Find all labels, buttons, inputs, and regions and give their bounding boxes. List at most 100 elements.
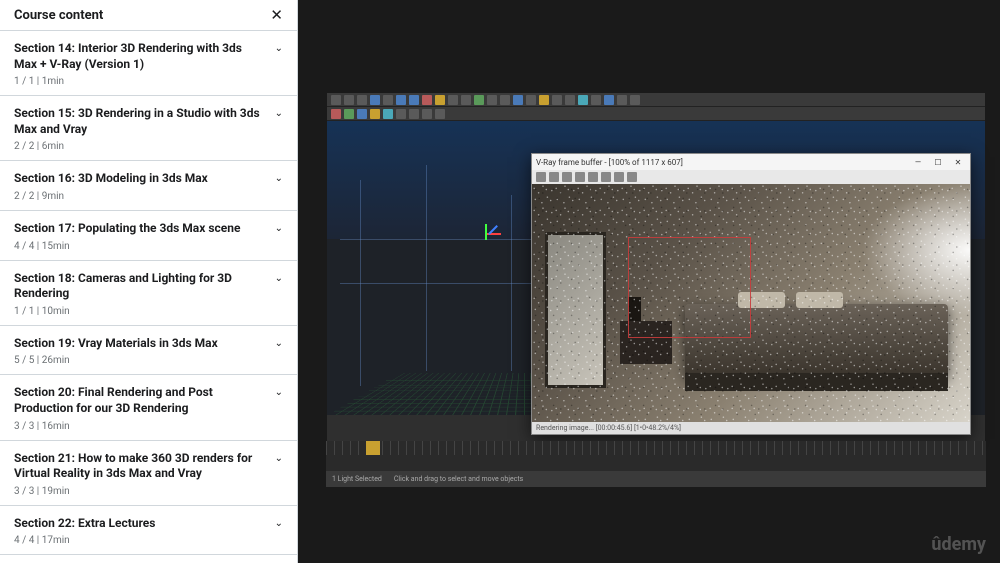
section-title: Section 15: 3D Rendering in a Studio wit… — [14, 106, 275, 137]
section-meta: 4 / 4 | 17min — [14, 535, 283, 546]
section-23[interactable]: Section 23: Student Q & A Videos ⌄ 4 / 4… — [0, 555, 297, 563]
toolbar-icon[interactable] — [435, 109, 445, 119]
render-noise — [532, 184, 970, 424]
toolbar-icon[interactable] — [409, 95, 419, 105]
toolbar-icon[interactable] — [370, 109, 380, 119]
vfb-titlebar[interactable]: V-Ray frame buffer - [100% of 1117 x 607… — [532, 154, 970, 170]
section-meta: 3 / 3 | 16min — [14, 421, 283, 432]
chevron-down-icon: ⌄ — [275, 108, 283, 119]
vfb-tool-icon[interactable] — [614, 172, 624, 182]
section-14[interactable]: Section 14: Interior 3D Rendering with 3… — [0, 31, 297, 96]
vfb-tool-icon[interactable] — [549, 172, 559, 182]
section-title: Section 18: Cameras and Lighting for 3D … — [14, 271, 275, 302]
section-title: Section 22: Extra Lectures — [14, 516, 163, 532]
transform-gizmo[interactable] — [485, 224, 505, 244]
section-meta: 1 / 1 | 1min — [14, 76, 283, 87]
chevron-down-icon: ⌄ — [275, 453, 283, 464]
main-toolbar[interactable] — [327, 93, 985, 107]
gizmo-y-axis[interactable] — [485, 224, 487, 240]
toolbar-icon[interactable] — [448, 95, 458, 105]
toolbar-icon[interactable] — [357, 109, 367, 119]
toolbar-icon[interactable] — [591, 95, 601, 105]
maximize-icon[interactable]: ☐ — [930, 156, 946, 168]
toolbar-icon[interactable] — [474, 95, 484, 105]
sidebar-title: Course content — [14, 8, 103, 23]
section-18[interactable]: Section 18: Cameras and Lighting for 3D … — [0, 261, 297, 326]
toolbar-icon[interactable] — [409, 109, 419, 119]
section-meta: 1 / 1 | 10min — [14, 306, 283, 317]
render-region-box[interactable] — [628, 237, 751, 338]
toolbar-icon[interactable] — [539, 95, 549, 105]
toolbar-icon[interactable] — [344, 109, 354, 119]
chevron-down-icon: ⌄ — [275, 387, 283, 398]
minimize-icon[interactable]: — — [910, 156, 926, 168]
course-content-sidebar: Course content ✕ Section 14: Interior 3D… — [0, 0, 298, 563]
timeline-playhead[interactable] — [366, 441, 380, 455]
vfb-tool-icon[interactable] — [601, 172, 611, 182]
sidebar-header: Course content ✕ — [0, 0, 297, 31]
section-title: Section 20: Final Rendering and Post Pro… — [14, 385, 275, 416]
chevron-down-icon: ⌄ — [275, 173, 283, 184]
status-selection: 1 Light Selected — [332, 475, 382, 483]
toolbar-icon[interactable] — [396, 109, 406, 119]
wireframe-line — [426, 165, 427, 371]
timeline[interactable] — [326, 441, 986, 471]
video-player-area[interactable]: V-Ray frame buffer - [100% of 1117 x 607… — [298, 0, 1000, 563]
secondary-toolbar[interactable] — [327, 107, 985, 121]
section-21[interactable]: Section 21: How to make 360 3D renders f… — [0, 441, 297, 506]
render-output-image[interactable] — [532, 184, 970, 424]
section-title: Section 14: Interior 3D Rendering with 3… — [14, 41, 275, 72]
toolbar-icon[interactable] — [578, 95, 588, 105]
toolbar-icon[interactable] — [513, 95, 523, 105]
toolbar-icon[interactable] — [630, 95, 640, 105]
section-17[interactable]: Section 17: Populating the 3ds Max scene… — [0, 211, 297, 261]
section-19[interactable]: Section 19: Vray Materials in 3ds Max ⌄ … — [0, 326, 297, 376]
vfb-status-bar: Rendering image... [00:00:45.6] [1•0•48.… — [532, 422, 970, 434]
section-title: Section 16: 3D Modeling in 3ds Max — [14, 171, 216, 187]
toolbar-icon[interactable] — [461, 95, 471, 105]
toolbar-icon[interactable] — [435, 95, 445, 105]
chevron-down-icon: ⌄ — [275, 43, 283, 54]
toolbar-icon[interactable] — [617, 95, 627, 105]
section-title: Section 19: Vray Materials in 3ds Max — [14, 336, 226, 352]
toolbar-icon[interactable] — [604, 95, 614, 105]
status-hint: Click and drag to select and move object… — [394, 475, 523, 483]
section-meta: 2 / 2 | 6min — [14, 141, 283, 152]
toolbar-icon[interactable] — [500, 95, 510, 105]
section-title: Section 17: Populating the 3ds Max scene — [14, 221, 248, 237]
chevron-down-icon: ⌄ — [275, 273, 283, 284]
section-22[interactable]: Section 22: Extra Lectures ⌄ 4 / 4 | 17m… — [0, 506, 297, 556]
vfb-status-text: Rendering image... [00:00:45.6] [1•0•48.… — [536, 424, 681, 432]
vfb-title: V-Ray frame buffer - [100% of 1117 x 607… — [536, 158, 683, 167]
close-icon[interactable]: ✕ — [950, 156, 966, 168]
toolbar-icon[interactable] — [422, 95, 432, 105]
toolbar-icon[interactable] — [565, 95, 575, 105]
close-icon[interactable]: ✕ — [270, 6, 283, 24]
3dsmax-status-bar: 1 Light Selected Click and drag to selec… — [326, 471, 986, 487]
toolbar-icon[interactable] — [331, 109, 341, 119]
toolbar-icon[interactable] — [552, 95, 562, 105]
toolbar-icon[interactable] — [383, 95, 393, 105]
vfb-toolbar[interactable] — [532, 170, 970, 184]
toolbar-icon[interactable] — [370, 95, 380, 105]
section-20[interactable]: Section 20: Final Rendering and Post Pro… — [0, 375, 297, 440]
timeline-ruler[interactable] — [326, 441, 986, 455]
chevron-down-icon: ⌄ — [275, 518, 283, 529]
section-meta: 4 / 4 | 15min — [14, 241, 283, 252]
section-15[interactable]: Section 15: 3D Rendering in a Studio wit… — [0, 96, 297, 161]
vfb-tool-icon[interactable] — [588, 172, 598, 182]
vfb-tool-icon[interactable] — [536, 172, 546, 182]
section-16[interactable]: Section 16: 3D Modeling in 3ds Max ⌄ 2 /… — [0, 161, 297, 211]
vfb-tool-icon[interactable] — [562, 172, 572, 182]
toolbar-icon[interactable] — [396, 95, 406, 105]
toolbar-icon[interactable] — [487, 95, 497, 105]
toolbar-icon[interactable] — [357, 95, 367, 105]
section-meta: 2 / 2 | 9min — [14, 191, 283, 202]
toolbar-icon[interactable] — [331, 95, 341, 105]
vfb-tool-icon[interactable] — [575, 172, 585, 182]
toolbar-icon[interactable] — [422, 109, 432, 119]
vfb-tool-icon[interactable] — [627, 172, 637, 182]
toolbar-icon[interactable] — [526, 95, 536, 105]
toolbar-icon[interactable] — [344, 95, 354, 105]
toolbar-icon[interactable] — [383, 109, 393, 119]
